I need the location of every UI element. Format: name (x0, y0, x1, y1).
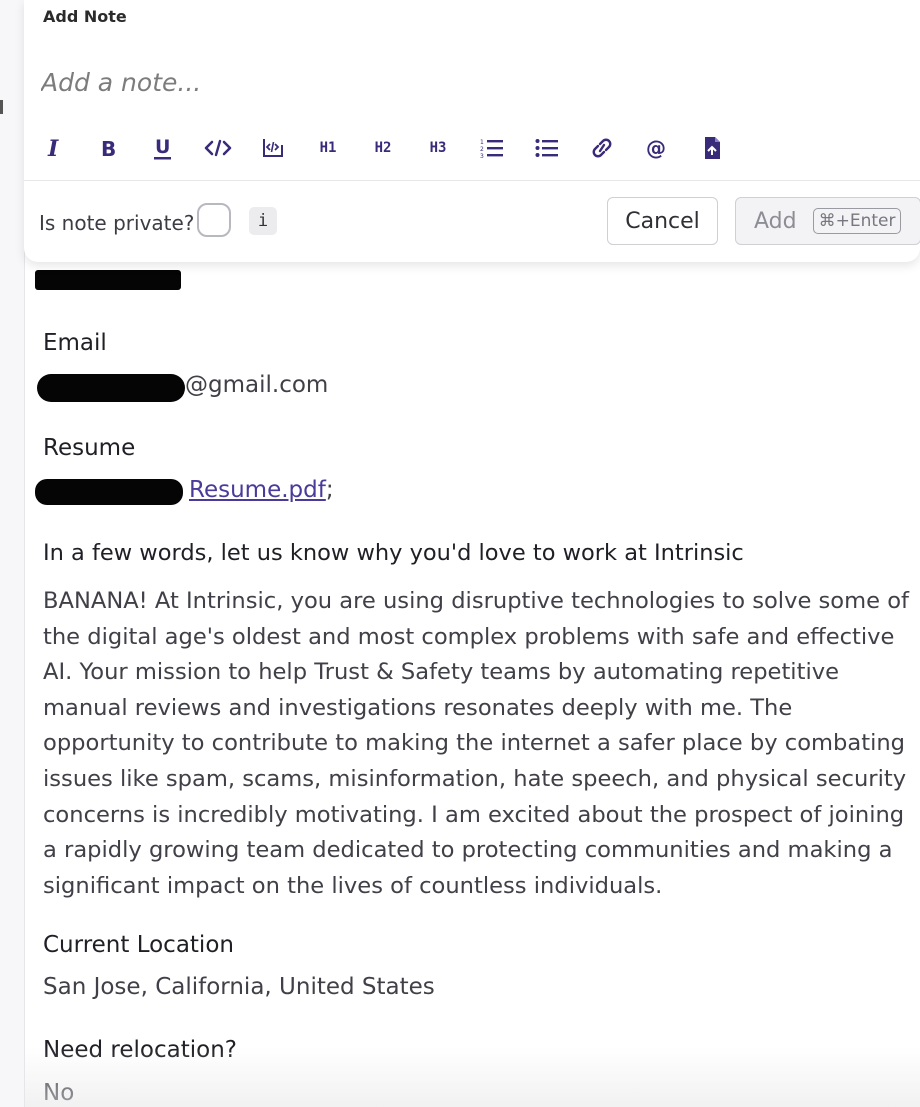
svg-text:I: I (47, 136, 59, 160)
note-footer: Is note private? i Cancel Add ⌘+Enter (24, 180, 920, 263)
code-block-icon[interactable] (251, 128, 295, 168)
heading1-button[interactable]: H1 (306, 128, 350, 168)
heading2-button[interactable]: H2 (361, 128, 405, 168)
svg-text:U: U (155, 136, 170, 158)
italic-icon[interactable]: I (32, 128, 76, 168)
note-input[interactable] (41, 62, 901, 102)
redacted-email (37, 374, 185, 402)
private-checkbox[interactable] (197, 203, 231, 237)
cancel-button[interactable]: Cancel (607, 197, 718, 245)
info-icon[interactable]: i (249, 207, 277, 235)
shortcut-hint: ⌘+Enter (812, 208, 902, 234)
redacted-name (35, 270, 181, 290)
mention-icon[interactable]: @ (635, 128, 679, 168)
resume-separator: ; (325, 477, 334, 503)
private-label: Is note private? (39, 211, 195, 235)
resume-link[interactable]: Resume.pdf (189, 477, 326, 503)
add-button[interactable]: Add ⌘+Enter (735, 197, 920, 245)
relocation-value: No (43, 1080, 75, 1106)
code-icon[interactable] (196, 128, 240, 168)
svg-text:1: 1 (480, 139, 484, 146)
location-label: Current Location (43, 932, 234, 958)
rail-handle[interactable] (0, 100, 3, 114)
why-label: In a few words, let us know why you'd lo… (43, 540, 744, 566)
resume-label: Resume (43, 435, 136, 461)
formatting-toolbar: I B U H1 H2 H3 123 @ (24, 128, 920, 168)
bold-icon[interactable]: B (87, 128, 131, 168)
link-icon[interactable] (580, 128, 624, 168)
bullet-list-icon[interactable] (525, 128, 569, 168)
note-title: Add Note (43, 7, 127, 26)
svg-text:B: B (101, 137, 116, 160)
relocation-label: Need relocation? (43, 1037, 237, 1063)
redacted-resume-name (35, 479, 183, 505)
svg-text:@: @ (646, 136, 666, 160)
svg-text:2: 2 (480, 146, 484, 153)
why-answer: BANANA! At Intrinsic, you are using disr… (43, 588, 909, 899)
add-label: Add (754, 208, 797, 234)
underline-icon[interactable]: U (141, 128, 185, 168)
attach-file-icon[interactable] (690, 128, 734, 168)
email-label: Email (43, 330, 107, 356)
svg-text:3: 3 (480, 153, 484, 159)
left-rail (0, 0, 25, 1107)
add-note-panel: Add Note I B U H1 H2 H3 123 @ (24, 0, 920, 262)
heading3-button[interactable]: H3 (416, 128, 460, 168)
ordered-list-icon[interactable]: 123 (470, 128, 514, 168)
location-value: San Jose, California, United States (43, 974, 435, 1000)
email-domain: @gmail.com (185, 372, 329, 398)
